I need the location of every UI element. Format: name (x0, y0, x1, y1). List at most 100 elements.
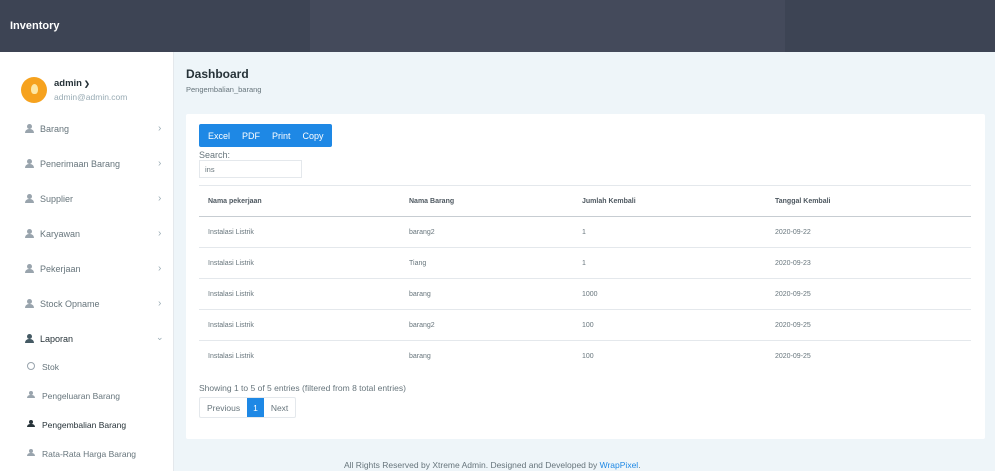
avatar[interactable] (21, 77, 47, 103)
table-cell: Tiang (400, 247, 573, 279)
user-profile: admin ❯ admin@admin.com (21, 73, 171, 113)
submenu-item-label: Pengembalian Barang (42, 420, 127, 430)
table-cell: 2020-09-23 (766, 247, 971, 279)
table-row: Instalasi Listrik barang2 1 2020-09-22 (199, 216, 971, 248)
user-icon (24, 334, 34, 344)
print-button[interactable]: Print (266, 124, 297, 147)
search-label: Search: (199, 150, 231, 160)
clock-icon (27, 362, 35, 370)
table-row: Instalasi Listrik Tiang 1 2020-09-23 (199, 247, 971, 279)
column-header-jumlah-kembali[interactable]: Jumlah Kembali (573, 185, 766, 217)
user-icon (24, 229, 34, 239)
next-page-button[interactable]: Next (264, 398, 295, 417)
user-icon (24, 124, 34, 134)
copy-button[interactable]: Copy (297, 124, 332, 147)
submenu-item-label: Stok (42, 362, 60, 372)
sidebar-item-label: Laporan (40, 334, 74, 344)
sidebar: admin ❯ admin@admin.com Barang › Penerima… (0, 52, 174, 471)
chevron-down-icon: ❯ (83, 81, 90, 88)
column-header-nama-barang[interactable]: Nama Barang (400, 185, 573, 217)
user-icon (24, 299, 34, 309)
chevron-right-icon: › (158, 193, 162, 204)
table-cell: Instalasi Listrik (208, 352, 254, 360)
previous-page-button[interactable]: Previous (200, 398, 247, 417)
sidebar-item-karyawan[interactable]: Karyawan › (0, 220, 174, 250)
sidebar-item-label: Barang (40, 124, 70, 134)
sidebar-item-label: Karyawan (40, 229, 81, 239)
user-icon (27, 420, 35, 428)
sidebar-item-stock-opname[interactable]: Stock Opname › (0, 290, 174, 320)
page-title: Dashboard (186, 67, 249, 81)
pagination: Previous 1 Next (199, 397, 297, 418)
table-cell: 1 (573, 247, 766, 279)
column-header-nama-pekerjaan[interactable]: Nama pekerjaan (199, 185, 400, 217)
breadcrumb[interactable]: Pengembalian_barang (186, 85, 261, 94)
sidebar-item-pekerjaan[interactable]: Pekerjaan › (0, 255, 174, 285)
chevron-right-icon: › (158, 123, 162, 134)
wrappixel-link[interactable]: WrapPixel (600, 460, 639, 470)
sidebar-item-barang[interactable]: Barang › (0, 115, 174, 145)
user-icon (24, 159, 34, 169)
chevron-right-icon: › (158, 228, 162, 239)
user-icon (24, 264, 34, 274)
submenu-item-stok[interactable]: Stok (0, 353, 174, 381)
table-cell: Instalasi Listrik (199, 216, 400, 248)
sidebar-item-penerimaan-barang[interactable]: Penerimaan Barang › (0, 150, 174, 180)
chevron-right-icon: › (158, 298, 162, 309)
footer-text: All Rights Reserved by Xtreme Admin. Des… (344, 460, 600, 470)
sidebar-item-supplier[interactable]: Supplier › (0, 185, 174, 215)
table-cell: barang (409, 352, 431, 360)
submenu-item-pengeluaran-barang[interactable]: Pengeluaran Barang (0, 382, 174, 410)
table-cell: Instalasi Listrik (199, 247, 400, 279)
user-icon (27, 449, 35, 457)
sidebar-item-label: Penerimaan Barang (40, 159, 121, 169)
sidebar-item-label: Pekerjaan (40, 264, 81, 274)
table-cell: Instalasi Listrik (199, 309, 400, 341)
submenu-item-pengembalian-barang[interactable]: Pengembalian Barang (0, 411, 174, 439)
user-email: admin@admin.com (54, 92, 128, 102)
footer: All Rights Reserved by Xtreme Admin. Des… (344, 460, 641, 470)
user-dropdown-toggle[interactable]: admin ❯ (54, 78, 90, 89)
table-cell: 1 (573, 216, 766, 248)
sidebar-item-label: Stock Opname (40, 299, 100, 309)
export-button-group: Excel PDF Print Copy (199, 124, 332, 147)
topbar-watermark-band (310, 0, 785, 52)
table-cell: barang2 (400, 216, 573, 248)
data-table: Nama pekerjaan Nama Barang Jumlah Kembal… (199, 185, 971, 372)
chevron-right-icon: › (158, 263, 162, 274)
table-info: Showing 1 to 5 of 5 entries (filtered fr… (199, 383, 406, 393)
table-cell: barang (400, 278, 573, 310)
table-row: Instalasi Listrik barang2 100 2020-09-25 (199, 309, 971, 341)
table-cell: 100 (582, 352, 594, 360)
data-table-card: Excel PDF Print Copy Search: Nama pekerj… (186, 114, 985, 439)
sidebar-item-label: Supplier (40, 194, 74, 204)
table-cell: 1000 (573, 278, 766, 310)
footer-period: . (638, 460, 641, 470)
column-header-tanggal-kembali[interactable]: Tanggal Kembali (766, 185, 971, 217)
table-row: Instalasi Listrik barang 1000 2020-09-25 (199, 278, 971, 310)
excel-button[interactable]: Excel (199, 124, 236, 147)
chevron-right-icon: › (158, 158, 162, 169)
table-cell: barang2 (400, 309, 573, 341)
table-row: Instalasi Listrik barang 100 2020-09-25 (199, 341, 971, 372)
table-cell: Instalasi Listrik (199, 278, 400, 310)
user-name: admin (54, 78, 82, 89)
chevron-down-icon: ⌄ (156, 332, 164, 342)
user-icon (27, 391, 35, 399)
search-input[interactable] (199, 160, 302, 178)
table-cell: 2020-09-22 (766, 216, 971, 248)
submenu-item-rata-rata-harga-barang[interactable]: Rata-Rata Harga Barang (0, 440, 174, 468)
table-cell: 2020-09-25 (766, 309, 971, 341)
page-1-button[interactable]: 1 (247, 398, 264, 417)
table-cell: 2020-09-25 (766, 278, 971, 310)
sidebar-item-laporan[interactable]: Laporan ⌄ (0, 325, 174, 355)
brand-logo-text[interactable]: Inventory (10, 20, 60, 32)
topbar: Inventory (0, 0, 995, 52)
table-header-row: Nama pekerjaan Nama Barang Jumlah Kembal… (199, 185, 971, 217)
table-cell: 2020-09-25 (775, 352, 811, 360)
submenu-item-label: Pengeluaran Barang (42, 391, 120, 401)
table-cell: 100 (573, 309, 766, 341)
submenu-item-label: Rata-Rata Harga Barang (42, 449, 137, 459)
pdf-button[interactable]: PDF (236, 124, 266, 147)
user-icon (24, 194, 34, 204)
